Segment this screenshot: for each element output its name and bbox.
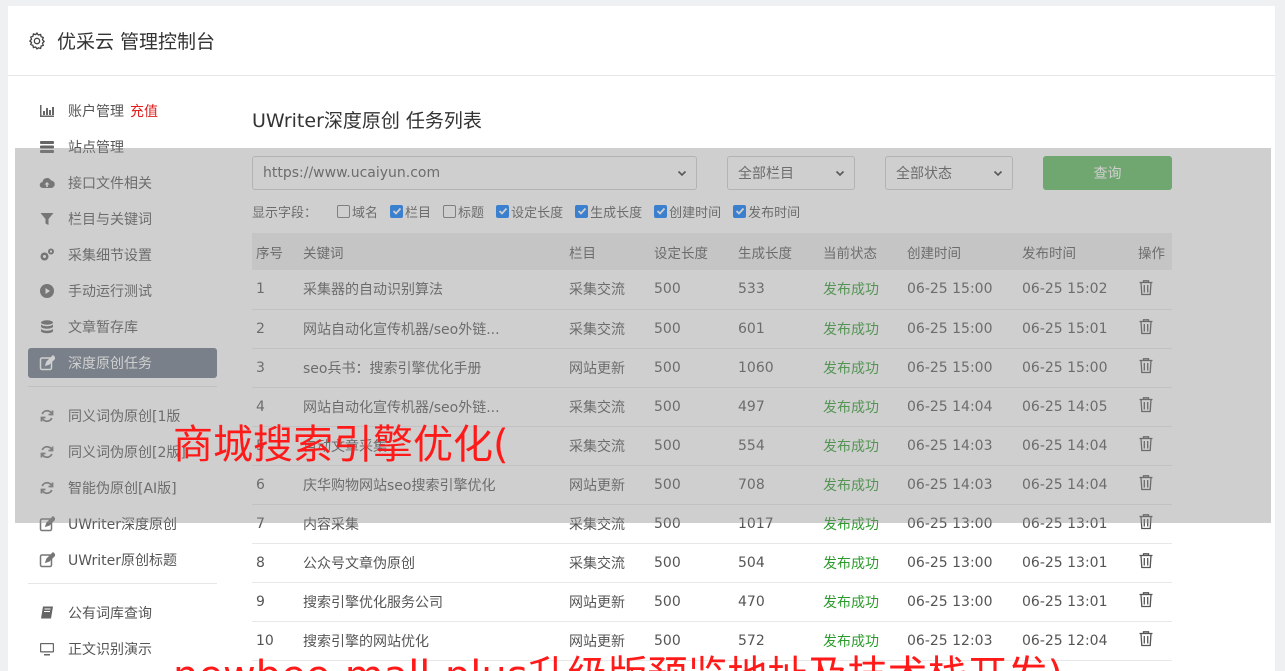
trash-icon[interactable] bbox=[1138, 630, 1154, 647]
table-cell: 470 bbox=[738, 593, 765, 610]
watermark-text-1: 商城搜索引擎优化( bbox=[173, 422, 509, 468]
gear-icon bbox=[28, 31, 45, 50]
edit-icon bbox=[39, 552, 55, 568]
page-header: 优采云 管理控制台 bbox=[8, 6, 1275, 76]
sidebar-item-public-lexicon[interactable]: 公有词库查询 bbox=[28, 598, 217, 628]
bar-chart-icon bbox=[39, 103, 55, 119]
table-cell: 500 bbox=[654, 554, 681, 571]
table-cell: 06-25 13:01 bbox=[1022, 554, 1108, 571]
table-cell-actions bbox=[1134, 582, 1172, 621]
sidebar-item-uwriter-title[interactable]: UWriter原创标题 bbox=[28, 545, 217, 575]
monitor-icon bbox=[39, 641, 55, 657]
watermark-text-2: newbee-mall-plus升级版预览地址及技术栈开发) bbox=[173, 643, 1063, 671]
table-cell: 8 bbox=[256, 554, 265, 571]
table-cell: 504 bbox=[738, 554, 765, 571]
main-content: UWriter深度原创 任务列表 https://www.ucaiyun.com… bbox=[252, 106, 1172, 660]
table-cell: 发布成功 bbox=[823, 594, 879, 611]
sidebar-item-account[interactable]: 账户管理 充值 bbox=[28, 96, 217, 126]
sidebar-item-label: 正文识别演示 bbox=[68, 642, 152, 658]
table-cell: 500 bbox=[654, 593, 681, 610]
table-cell: 06-25 13:00 bbox=[907, 554, 993, 571]
recharge-link[interactable]: 充值 bbox=[130, 101, 158, 121]
table-cell: 06-25 13:00 bbox=[907, 593, 993, 610]
table-cell: 搜索引擎优化服务公司 bbox=[303, 594, 443, 611]
book-icon bbox=[39, 605, 55, 621]
table-cell-actions bbox=[1134, 621, 1172, 660]
sidebar-item-label: UWriter原创标题 bbox=[68, 553, 177, 569]
table-cell: 网站更新 bbox=[569, 594, 625, 611]
table-cell-actions bbox=[1134, 543, 1172, 582]
table-cell: 公众号文章伪原创 bbox=[303, 555, 415, 572]
table-cell: 采集交流 bbox=[569, 555, 625, 572]
table-row: 8 公众号文章伪原创 采集交流 500 504 发布成功 06-25 13:00 06-25 … bbox=[252, 543, 1172, 582]
sidebar-divider bbox=[28, 583, 217, 584]
trash-icon[interactable] bbox=[1138, 591, 1154, 608]
sidebar-item-label: 账户管理 bbox=[68, 104, 124, 120]
page-title: UWriter深度原创 任务列表 bbox=[252, 110, 482, 132]
table-cell: 发布成功 bbox=[823, 555, 879, 572]
table-cell: 06-25 13:01 bbox=[1022, 593, 1108, 610]
sidebar-item-label: 公有词库查询 bbox=[68, 606, 152, 622]
console-title: 优采云 管理控制台 bbox=[57, 31, 216, 53]
trash-icon[interactable] bbox=[1138, 552, 1154, 569]
table-cell: 9 bbox=[256, 593, 265, 610]
table-row: 9 搜索引擎优化服务公司 网站更新 500 470 发布成功 06-25 13:00 06-2… bbox=[252, 582, 1172, 621]
